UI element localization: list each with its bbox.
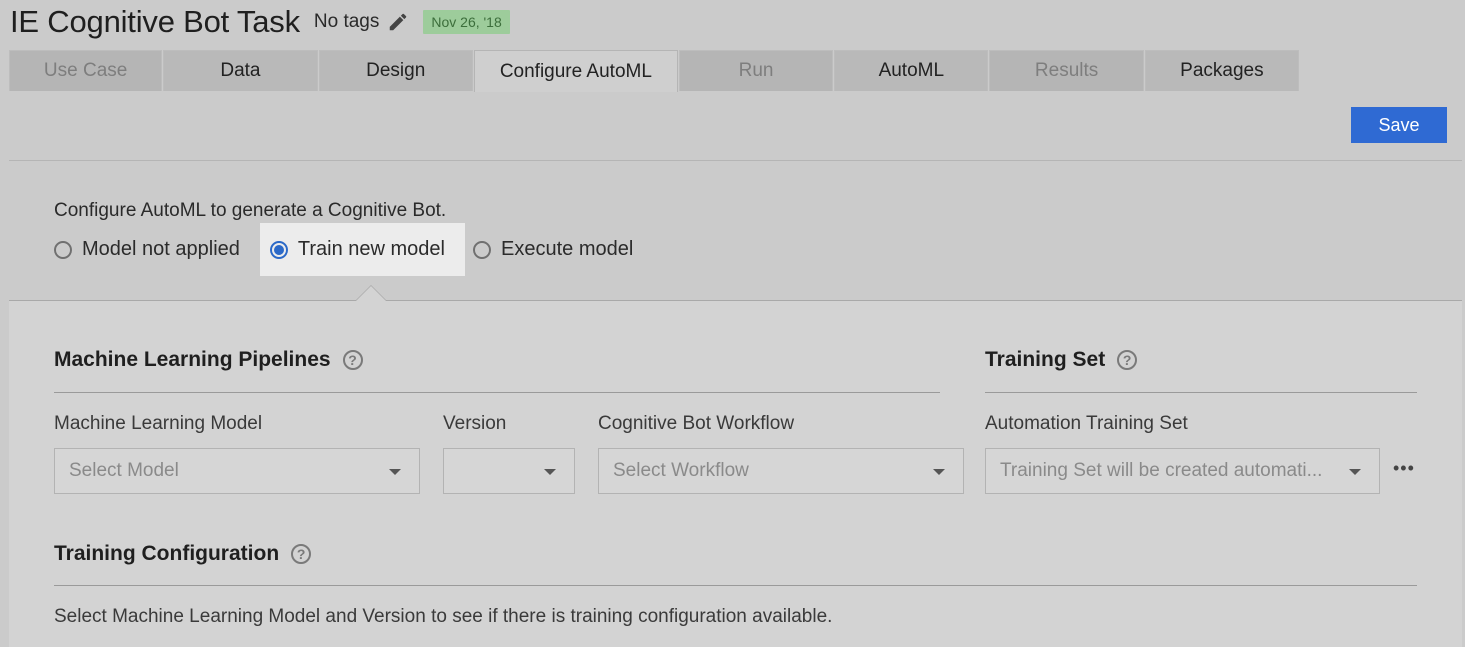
date-badge: Nov 26, '18 <box>423 10 510 34</box>
training-set-select[interactable]: Training Set will be created automati... <box>985 448 1380 494</box>
workflow-select[interactable]: Select Workflow <box>598 448 964 494</box>
tab-bar: Use Case Data Design Configure AutoML Ru… <box>9 50 1300 93</box>
help-icon[interactable]: ? <box>342 350 363 370</box>
pipelines-section-title: Machine Learning Pipelines ? <box>54 348 363 372</box>
radio-train-new-model[interactable]: Train new model <box>259 223 465 276</box>
tab-configure-automl[interactable]: Configure AutoML <box>473 50 678 92</box>
caret-down-icon <box>1349 469 1361 475</box>
divider <box>54 392 940 393</box>
help-icon[interactable]: ? <box>291 544 312 564</box>
tags-label: No tags <box>313 11 380 32</box>
training-set-label: Automation Training Set <box>985 413 1188 434</box>
version-label: Version <box>443 413 507 434</box>
radio-unchecked-icon[interactable] <box>54 240 72 259</box>
version-select[interactable] <box>443 448 575 494</box>
training-config-hint: Select Machine Learning Model and Versio… <box>54 606 833 627</box>
tags-area[interactable]: No tags <box>314 11 409 33</box>
caret-down-icon <box>544 469 556 475</box>
config-description: Configure AutoML to generate a Cognitive… <box>54 200 447 221</box>
workflow-label: Cognitive Bot Workflow <box>598 413 795 434</box>
automl-mode-panel: Configure AutoML to generate a Cognitive… <box>9 161 1462 301</box>
tab-use-case[interactable]: Use Case <box>9 50 163 91</box>
training-set-section-title: Training Set ? <box>985 348 1138 372</box>
tab-run[interactable]: Run <box>678 50 834 91</box>
divider <box>985 392 1417 393</box>
radio-unchecked-icon[interactable] <box>473 240 491 259</box>
more-options-icon[interactable]: ••• <box>1393 458 1415 479</box>
divider <box>54 585 1417 586</box>
tab-results[interactable]: Results <box>989 50 1144 91</box>
caret-down-icon <box>389 469 401 475</box>
tab-data[interactable]: Data <box>163 50 318 91</box>
radio-checked-icon[interactable] <box>269 240 288 259</box>
radio-model-not-applied[interactable]: Model not applied <box>54 223 240 276</box>
toolbar: Save <box>9 92 1462 161</box>
training-config-section-title: Training Configuration ? <box>54 542 312 566</box>
page-title: IE Cognitive Bot Task <box>10 4 300 39</box>
tab-automl[interactable]: AutoML <box>834 50 989 91</box>
radio-execute-model[interactable]: Execute model <box>473 223 633 276</box>
train-model-panel: Machine Learning Pipelines ? Training Se… <box>9 301 1462 647</box>
tab-design[interactable]: Design <box>318 50 473 91</box>
save-button[interactable]: Save <box>1351 107 1447 143</box>
page-header: IE Cognitive Bot Task No tags Nov 26, '1… <box>10 0 510 44</box>
tab-packages[interactable]: Packages <box>1144 50 1300 91</box>
mode-radio-group: Model not applied Train new model Execut… <box>54 223 633 276</box>
model-label: Machine Learning Model <box>54 413 263 434</box>
help-icon[interactable]: ? <box>1117 350 1138 370</box>
model-select[interactable]: Select Model <box>54 448 420 494</box>
caret-down-icon <box>933 469 945 475</box>
pencil-icon[interactable] <box>387 11 409 33</box>
